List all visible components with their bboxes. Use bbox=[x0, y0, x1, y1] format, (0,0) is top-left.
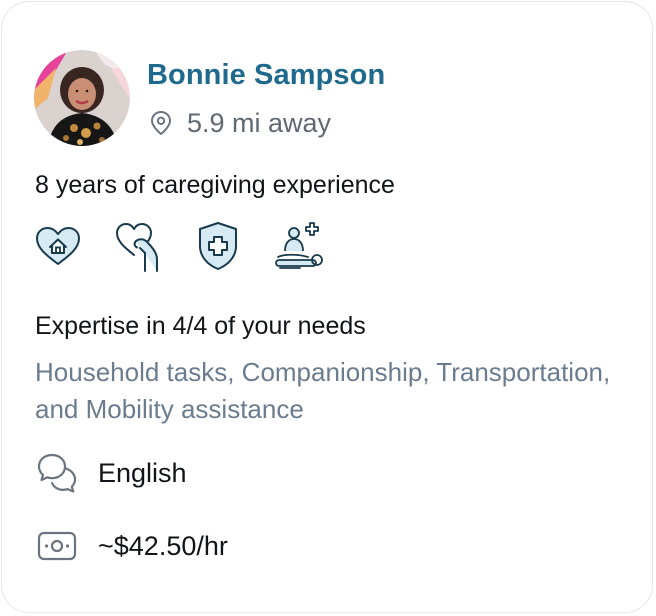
experience-text: 8 years of caregiving experience bbox=[35, 171, 395, 199]
hourly-rate-text: ~$42.50/hr bbox=[98, 530, 228, 561]
expertise-title: Expertise in 4/4 of your needs bbox=[35, 312, 366, 340]
home-heart-icon bbox=[36, 227, 80, 265]
distance-row: 5.9 mi away bbox=[147, 105, 331, 141]
caregiver-card[interactable]: Bonnie Sampson 5.9 mi away 8 years of ca… bbox=[1, 1, 653, 613]
patient-care-icon bbox=[275, 222, 323, 269]
language-row: English bbox=[35, 451, 187, 495]
avatar bbox=[34, 50, 130, 146]
language-text: English bbox=[98, 457, 187, 488]
location-pin-icon bbox=[151, 111, 171, 135]
rate-row: ~$42.50/hr bbox=[35, 524, 228, 568]
medical-shield-icon bbox=[199, 222, 237, 270]
chat-bubbles-icon bbox=[37, 453, 77, 493]
companionship-heart-hand-icon bbox=[116, 223, 158, 272]
caregiver-name[interactable]: Bonnie Sampson bbox=[147, 59, 385, 92]
distance-text: 5.9 mi away bbox=[187, 107, 332, 138]
expertise-list: Household tasks, Companionship, Transpor… bbox=[35, 357, 611, 424]
money-bill-icon bbox=[37, 531, 77, 561]
